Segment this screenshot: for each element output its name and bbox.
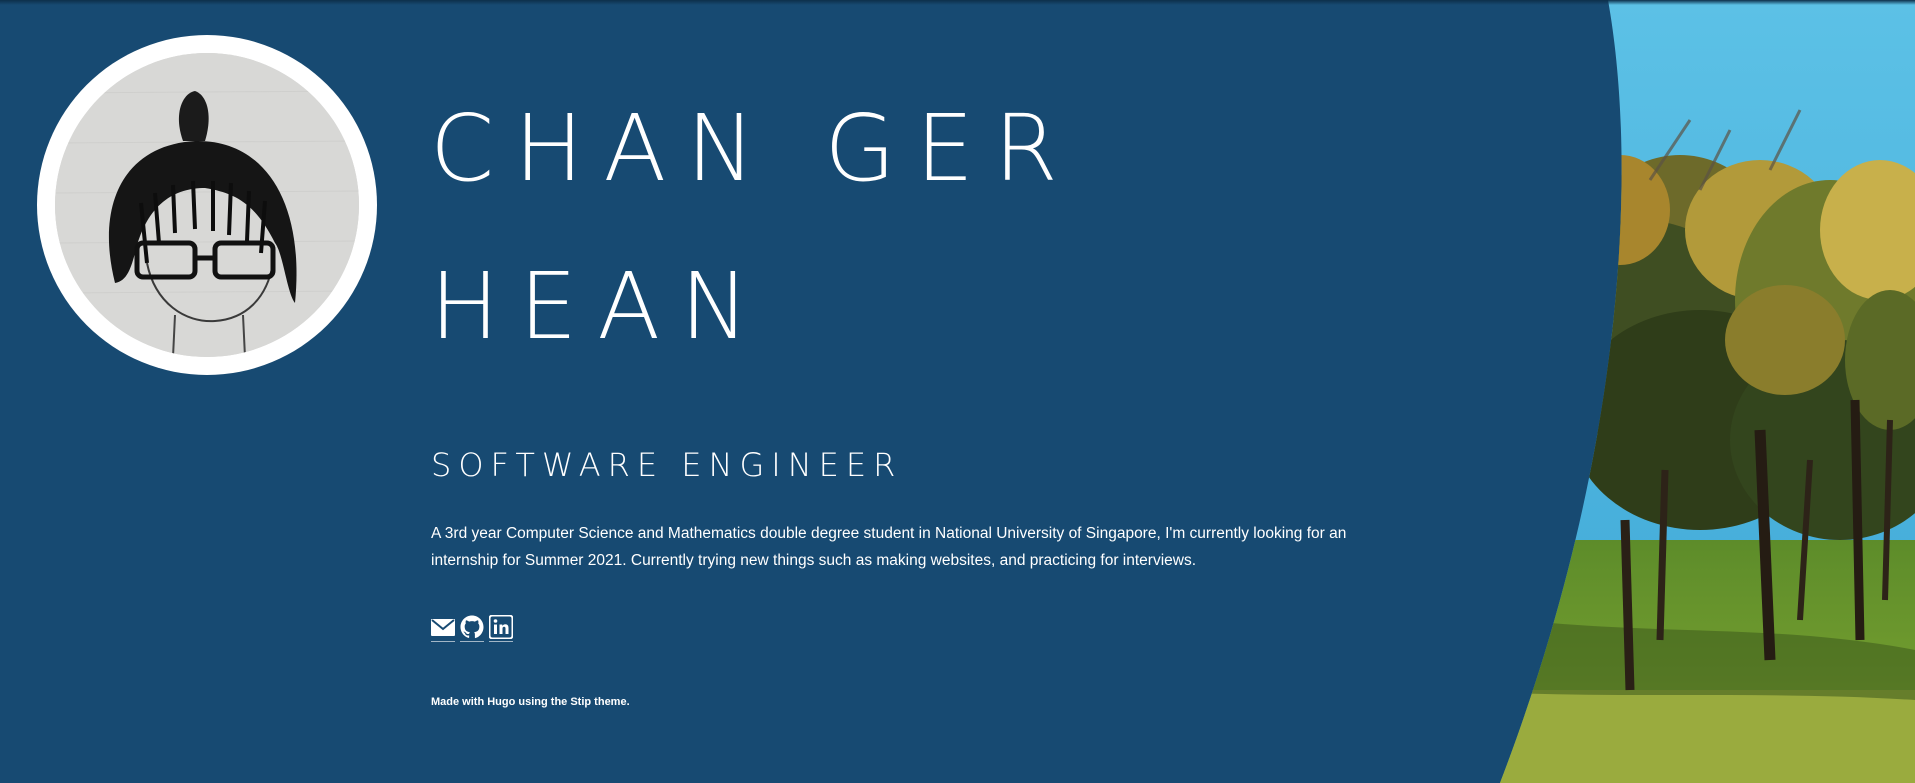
footer-prefix: Made with	[431, 696, 488, 708]
github-icon	[460, 615, 484, 639]
email-link[interactable]	[431, 615, 455, 642]
page: CHAN GER HEAN SOFTWARE ENGINEER A 3rd ye…	[0, 0, 1915, 783]
linkedin-icon	[489, 615, 513, 639]
envelope-icon	[431, 619, 455, 636]
github-link[interactable]	[460, 615, 484, 642]
profile-bio: A 3rd year Computer Science and Mathemat…	[431, 525, 1347, 569]
profile-name: CHAN GER HEAN	[430, 95, 1078, 360]
top-shadow	[0, 0, 1915, 5]
profile-role: SOFTWARE ENGINEER	[431, 446, 903, 484]
avatar	[37, 35, 377, 375]
hugo-link[interactable]: Hugo	[487, 696, 515, 708]
social-links	[431, 615, 513, 642]
stip-theme-link[interactable]: Stip	[570, 696, 591, 708]
footer-middle: using the	[515, 696, 571, 708]
footer-suffix: theme.	[591, 696, 630, 708]
linkedin-link[interactable]	[489, 615, 513, 642]
avatar-drawing	[55, 53, 359, 357]
site-footer: Made with Hugo using the Stip theme.	[431, 696, 630, 708]
